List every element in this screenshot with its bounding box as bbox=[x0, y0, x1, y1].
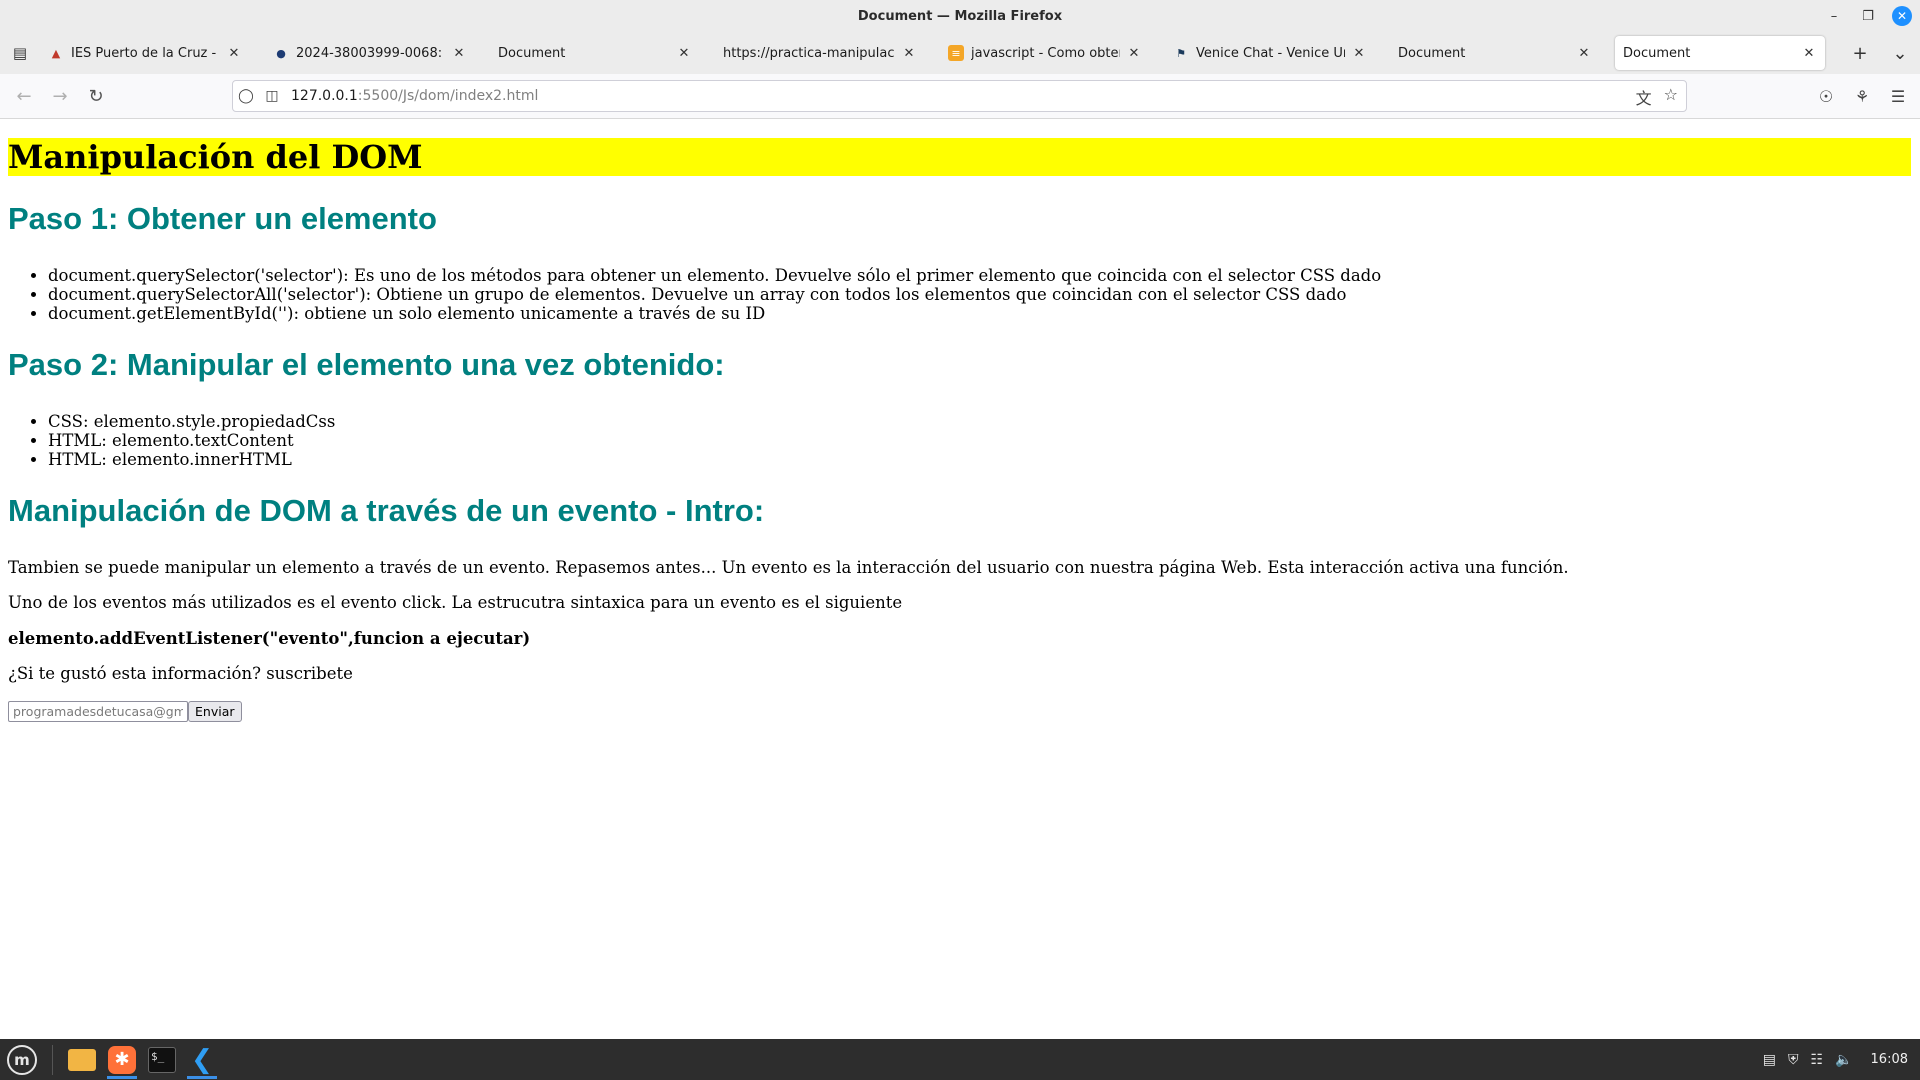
list-item: HTML: elemento.textContent bbox=[48, 431, 335, 450]
page-content: Manipulación del DOM Paso 1: Obtener un … bbox=[0, 119, 1920, 1039]
taskbar-separator bbox=[52, 1044, 53, 1075]
close-icon[interactable]: ✕ bbox=[451, 46, 467, 61]
tab-title: Document bbox=[1623, 45, 1691, 61]
tab-document-active[interactable]: Document ✕ bbox=[1615, 36, 1825, 70]
volume-icon[interactable]: 🔈 bbox=[1835, 1052, 1852, 1068]
tab-stackoverflow[interactable]: ≡ javascript - Como obtener u ✕ bbox=[940, 36, 1150, 70]
network-icon[interactable]: ☷ bbox=[1811, 1052, 1824, 1068]
tab-ies-puerto[interactable]: ▲ IES Puerto de la Cruz - Tele ✕ bbox=[40, 36, 250, 70]
forward-arrow-icon[interactable]: → bbox=[42, 80, 78, 112]
tab-title: Document bbox=[498, 45, 566, 61]
close-icon[interactable]: ✕ bbox=[1576, 46, 1592, 61]
window-title: Document — Mozilla Firefox bbox=[857, 8, 1063, 24]
close-icon[interactable]: ✕ bbox=[676, 46, 692, 61]
click-event-paragraph: Uno de los eventos más utilizados es el … bbox=[8, 593, 903, 612]
events-heading: Manipulación de DOM a través de un event… bbox=[8, 493, 765, 528]
page-title: Manipulación del DOM bbox=[8, 138, 1911, 176]
new-tab-icon[interactable]: + bbox=[1840, 43, 1880, 64]
files-icon[interactable] bbox=[63, 1041, 101, 1079]
venice-icon: ⚑ bbox=[1176, 46, 1186, 60]
list-item: HTML: elemento.innerHTML bbox=[48, 450, 335, 469]
url-host: 127.0.0.1 bbox=[291, 88, 358, 104]
minimize-icon[interactable]: – bbox=[1824, 6, 1844, 26]
close-icon[interactable]: ✕ bbox=[226, 46, 242, 61]
list-item: document.getElementById(''): obtiene un … bbox=[48, 304, 1381, 323]
email-input[interactable] bbox=[8, 701, 188, 722]
list-item: document.querySelector('selector'): Es u… bbox=[48, 266, 1381, 285]
tab-document-2[interactable]: Document ✕ bbox=[1390, 36, 1600, 70]
toolbar-right-actions: ☉ ⚘ ☰ bbox=[1812, 80, 1912, 112]
tab-ejercicio[interactable]: ● 2024-38003999-0068: Ejerc ✕ bbox=[265, 36, 475, 70]
stackoverflow-icon: ≡ bbox=[948, 45, 964, 61]
pocket-icon[interactable]: ☉ bbox=[1812, 80, 1840, 112]
tabstrip-actions: + ⌄ bbox=[1840, 32, 1920, 74]
url-bar-actions: 文 ☆ bbox=[1636, 85, 1678, 109]
back-arrow-icon[interactable]: ← bbox=[6, 80, 42, 112]
close-icon[interactable]: ✕ bbox=[1801, 46, 1817, 61]
step2-heading: Paso 2: Manipular el elemento una vez ob… bbox=[8, 347, 725, 382]
page-info-icon[interactable]: ◫ bbox=[259, 88, 285, 104]
step1-heading: Paso 1: Obtener un elemento bbox=[8, 201, 437, 236]
window-controls: – ❐ ✕ bbox=[1824, 6, 1912, 26]
navigation-toolbar: ← → ↻ ◯ ◫ 127.0.0.1:5500/Js/dom/index2.h… bbox=[0, 74, 1920, 119]
subscribe-form: Enviar bbox=[8, 701, 242, 722]
tab-list-chevron-down-icon[interactable]: ⌄ bbox=[1880, 43, 1920, 64]
tab-document-1[interactable]: Document ✕ bbox=[490, 36, 700, 70]
moodle-icon: ● bbox=[276, 46, 286, 60]
tab-title: IES Puerto de la Cruz - Tele bbox=[71, 45, 220, 61]
code-syntax-line: elemento.addEventListener("evento",funci… bbox=[8, 629, 531, 648]
tab-title: https://practica-manipulacion-d bbox=[723, 45, 895, 61]
ies-icon: ▲ bbox=[51, 46, 61, 60]
tab-title: 2024-38003999-0068: Ejerc bbox=[296, 45, 445, 61]
menu-start-icon[interactable]: m bbox=[4, 1042, 40, 1078]
firefox-icon[interactable]: ✱ bbox=[103, 1041, 141, 1079]
list-item: CSS: elemento.style.propiedadCss bbox=[48, 412, 335, 431]
close-icon[interactable]: ✕ bbox=[1126, 46, 1142, 61]
reload-icon[interactable]: ↻ bbox=[78, 80, 114, 112]
taskbar: m ✱ $_ ❮ ▤ ⛨ ☷ 🔈 16:08 bbox=[0, 1039, 1920, 1080]
tab-title: Document bbox=[1398, 45, 1466, 61]
list-item: document.querySelectorAll('selector'): O… bbox=[48, 285, 1381, 304]
tab-venice-chat[interactable]: ⚑ Venice Chat - Venice Uncen ✕ bbox=[1165, 36, 1375, 70]
url-path: :5500/Js/dom/index2.html bbox=[357, 88, 539, 104]
url-bar[interactable]: ◯ ◫ 127.0.0.1:5500/Js/dom/index2.html 文 … bbox=[232, 80, 1687, 112]
subscribe-text: ¿Si te gustó esta información? suscribet… bbox=[8, 664, 353, 683]
menu-hamburger-icon[interactable]: ☰ bbox=[1884, 80, 1912, 112]
clipboard-icon[interactable]: ▤ bbox=[1763, 1052, 1776, 1068]
shield-icon[interactable]: ◯ bbox=[233, 88, 259, 104]
translate-icon[interactable]: 文 bbox=[1636, 85, 1652, 109]
step2-list: CSS: elemento.style.propiedadCss HTML: e… bbox=[8, 412, 335, 469]
close-window-icon[interactable]: ✕ bbox=[1892, 6, 1912, 26]
tab-practica-manipulacion[interactable]: https://practica-manipulacion-d ✕ bbox=[715, 36, 925, 70]
window-titlebar: Document — Mozilla Firefox – ❐ ✕ bbox=[0, 0, 1920, 32]
events-paragraph: Tambien se puede manipular un elemento a… bbox=[8, 558, 1569, 577]
step1-list: document.querySelector('selector'): Es u… bbox=[8, 266, 1381, 323]
tab-title: Venice Chat - Venice Uncen bbox=[1196, 45, 1345, 61]
url-text: 127.0.0.1:5500/Js/dom/index2.html bbox=[291, 88, 538, 104]
clock[interactable]: 16:08 bbox=[1871, 1052, 1908, 1067]
bookmark-star-icon[interactable]: ☆ bbox=[1664, 85, 1678, 109]
terminal-icon[interactable]: $_ bbox=[143, 1041, 181, 1079]
close-icon[interactable]: ✕ bbox=[1351, 46, 1367, 61]
close-icon[interactable]: ✕ bbox=[901, 46, 917, 61]
system-tray: ▤ ⛨ ☷ 🔈 16:08 bbox=[1763, 1039, 1908, 1080]
vscode-icon[interactable]: ❮ bbox=[183, 1041, 221, 1079]
tab-strip: ▤ ▲ IES Puerto de la Cruz - Tele ✕ ● 202… bbox=[0, 32, 1920, 74]
tab-title: javascript - Como obtener u bbox=[971, 45, 1120, 61]
send-button[interactable]: Enviar bbox=[188, 701, 242, 722]
maximize-icon[interactable]: ❐ bbox=[1858, 6, 1878, 26]
shield-tray-icon[interactable]: ⛨ bbox=[1788, 1052, 1799, 1068]
extensions-icon[interactable]: ⚘ bbox=[1848, 80, 1876, 112]
tab-overview-icon[interactable]: ▤ bbox=[0, 32, 40, 74]
